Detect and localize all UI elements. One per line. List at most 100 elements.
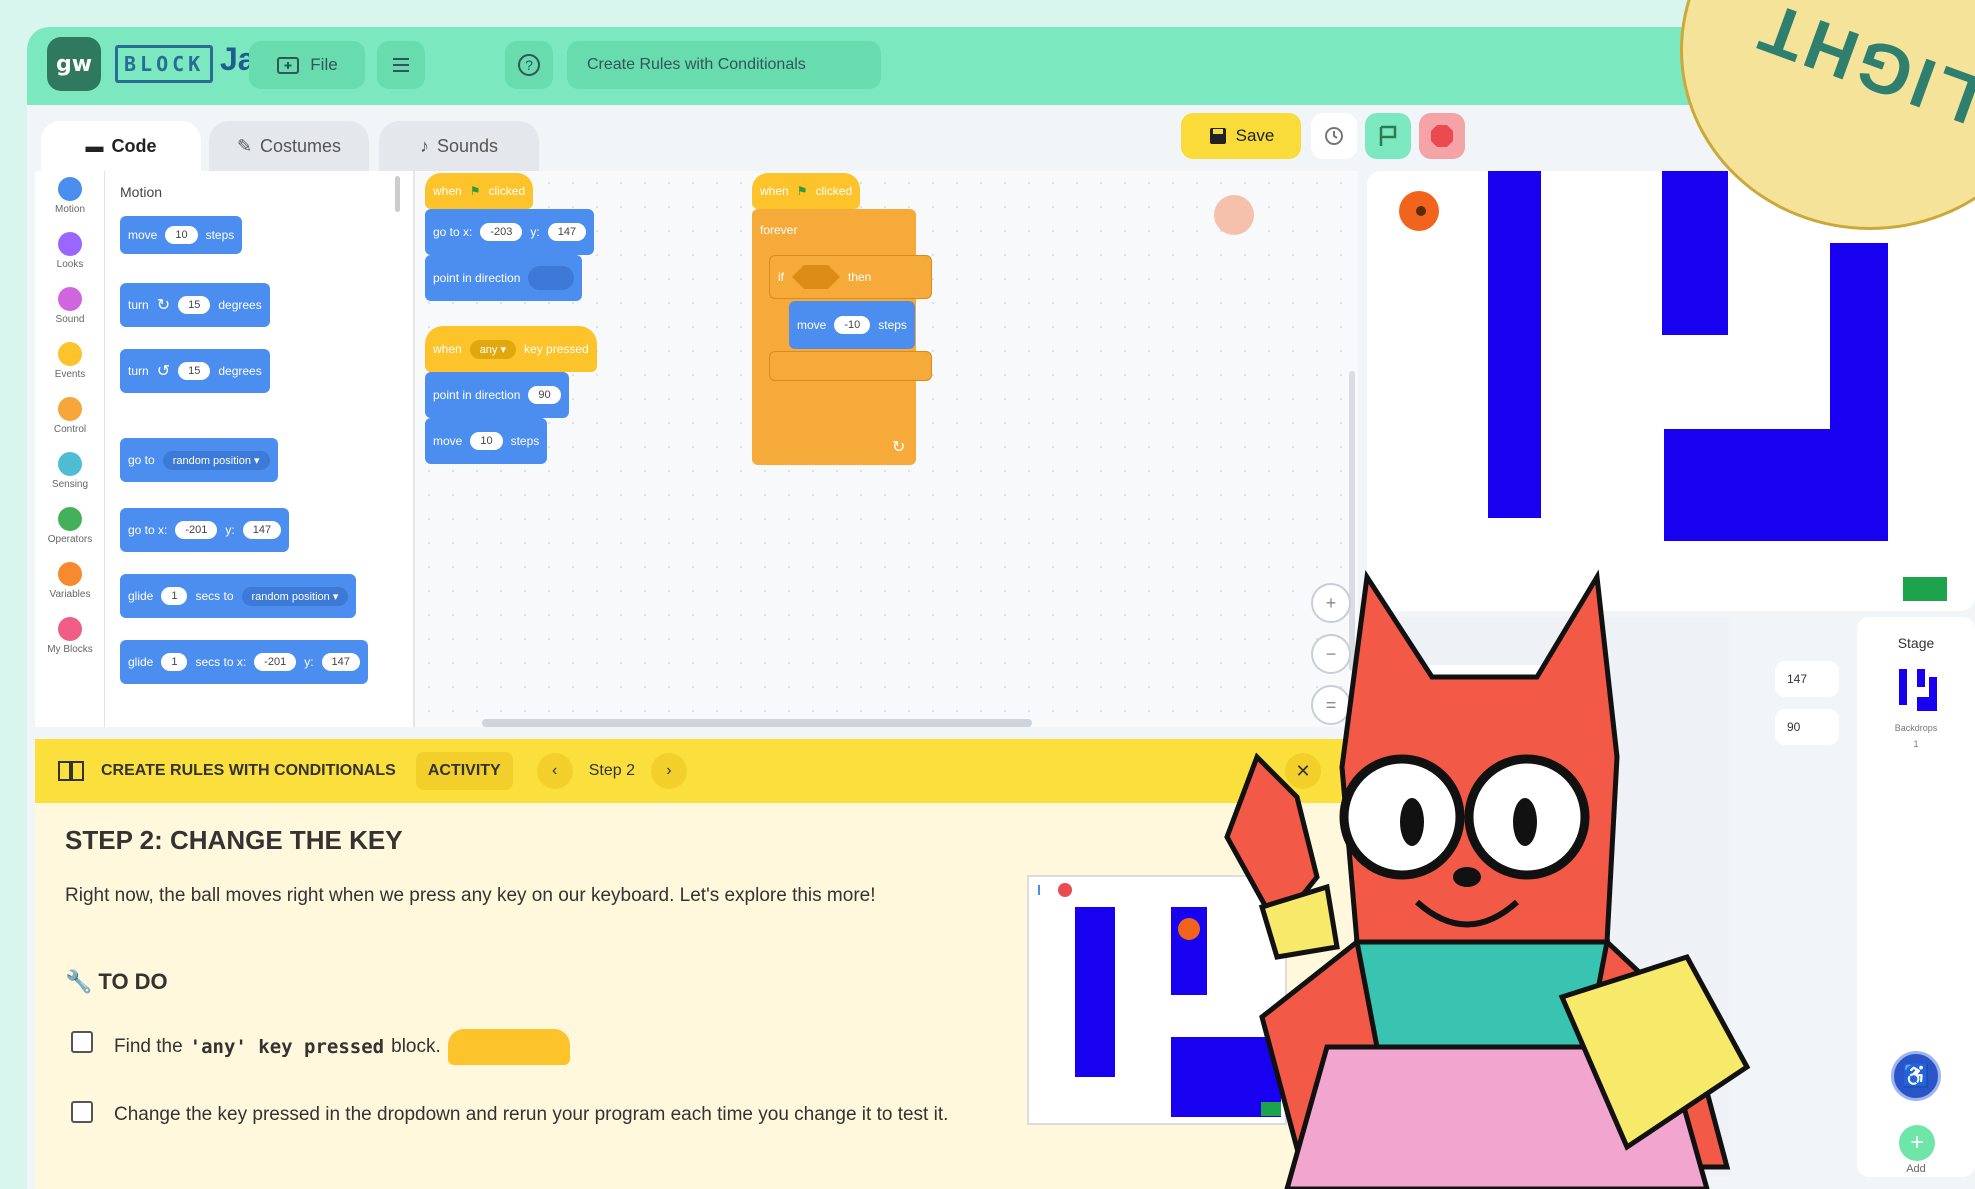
block-input[interactable]: 147 [321, 653, 360, 671]
block-input[interactable]: 1 [161, 587, 188, 605]
when-flag-clicked-block[interactable]: when ⚑ clicked [425, 173, 534, 209]
key-dropdown[interactable]: any ▾ [469, 339, 517, 359]
palette-glide-random-block[interactable]: glide 1 secs to random position ▾ [120, 574, 357, 618]
direction-input[interactable] [528, 266, 575, 290]
block-input[interactable]: 10 [165, 226, 198, 244]
stage-title: Stage [1897, 635, 1935, 651]
category-label: Variables [49, 589, 91, 600]
tutorial-title: CREATE RULES WITH CONDITIONALS [101, 762, 396, 779]
block-text: when [433, 184, 462, 198]
svg-text:?: ? [525, 57, 533, 73]
accessibility-button[interactable]: ♿ [1891, 1051, 1941, 1101]
stage-canvas[interactable] [1367, 171, 1975, 611]
condition-slot[interactable] [792, 265, 840, 289]
logo-icon: gw [47, 37, 101, 91]
palette-glide-xy-block[interactable]: glide 1 secs to x: -201 y: 147 [120, 640, 368, 684]
backdrop-thumbnail-icon [1899, 669, 1937, 711]
plus-icon: + [1909, 1129, 1924, 1156]
block-input[interactable]: 147 [547, 223, 587, 241]
save-label: Save [1235, 126, 1275, 145]
next-step-button[interactable]: › [650, 753, 687, 789]
category-events[interactable]: Events [35, 342, 105, 380]
step-body: Right now, the ball moves right when we … [65, 885, 876, 906]
category-dot-icon [58, 342, 82, 366]
key-pressed-block-image [447, 1029, 570, 1065]
block-input[interactable]: 15 [178, 362, 211, 380]
project-title[interactable]: Create Rules with Conditionals [567, 41, 881, 89]
tab-costumes-label: Costumes [260, 135, 342, 156]
category-looks[interactable]: Looks [35, 232, 105, 270]
block-input[interactable]: 15 [178, 296, 211, 314]
category-motion[interactable]: Motion [35, 177, 105, 215]
speaker-icon: ♪ [419, 135, 429, 156]
category-dot-icon [58, 232, 82, 256]
category-my-blocks[interactable]: My Blocks [35, 617, 105, 655]
block-input[interactable]: -201 [175, 521, 218, 539]
todo-checkbox-2[interactable] [71, 1101, 93, 1123]
when-flag-clicked-block-2[interactable]: when ⚑ clicked [752, 173, 861, 209]
file-menu-label: File [310, 55, 338, 74]
chevron-left-icon: ‹ [552, 762, 558, 779]
category-label: Operators [47, 534, 93, 545]
palette-turn-right-block[interactable]: turn ↻ 15 degrees [120, 283, 270, 327]
block-input[interactable]: -201 [254, 653, 297, 671]
category-control[interactable]: Control [35, 397, 105, 435]
block-input[interactable]: 147 [242, 521, 282, 539]
prev-step-button[interactable]: ‹ [536, 753, 573, 789]
activity-badge[interactable]: ACTIVITY [415, 752, 513, 790]
turn-left-icon: ↺ [156, 363, 171, 380]
when-key-pressed-block[interactable]: when any ▾ key pressed [425, 326, 597, 372]
stage-thumbnail[interactable] [1893, 667, 1941, 715]
green-flag-icon: ⚑ [796, 184, 808, 198]
category-sensing[interactable]: Sensing [35, 452, 105, 490]
category-dot-icon [58, 617, 82, 641]
point-direction-block[interactable]: point in direction [425, 255, 583, 301]
block-text: secs to [195, 589, 234, 603]
tutorial-toolbar: CREATE RULES WITH CONDITIONALS ACTIVITY … [35, 739, 1358, 803]
stage-panel: Stage Backdrops 1 ♿ + Add [1857, 617, 1975, 1177]
block-input[interactable]: 1 [161, 653, 188, 671]
tab-code[interactable]: ▬ Code [41, 121, 201, 171]
help-button[interactable]: ? [505, 41, 553, 89]
move-steps-block[interactable]: move 10 steps [425, 418, 548, 464]
block-input[interactable]: 10 [470, 432, 503, 450]
palette-turn-left-block[interactable]: turn ↺ 15 degrees [120, 349, 270, 393]
green-flag-icon: ⚑ [469, 184, 481, 198]
code-icon: ▬ [85, 135, 104, 156]
block-text: glide [128, 589, 154, 603]
palette-scrollbar[interactable] [395, 176, 400, 212]
tab-costumes[interactable]: ✎ Costumes [209, 121, 369, 171]
category-label: Looks [56, 259, 84, 270]
goto-xy-block[interactable]: go to x: -203 y: 147 [425, 209, 595, 255]
move-neg-steps-block[interactable]: move -10 steps [789, 301, 915, 349]
block-input[interactable]: -203 [480, 223, 523, 241]
tab-code-label: Code [111, 135, 157, 156]
block-text: y: [225, 523, 235, 537]
if-then-block[interactable]: if then [769, 255, 932, 299]
file-menu-button[interactable]: File [249, 41, 365, 89]
category-label: Sensing [51, 479, 89, 490]
tab-sounds[interactable]: ♪ Sounds [379, 121, 539, 171]
block-input[interactable]: 90 [528, 386, 561, 404]
block-text: steps [510, 434, 540, 448]
todo-checkbox-1[interactable] [71, 1031, 93, 1053]
block-dropdown[interactable]: random position ▾ [162, 450, 270, 470]
point-direction-90-block[interactable]: point in direction 90 [425, 372, 569, 418]
category-operators[interactable]: Operators [35, 507, 105, 545]
palette-goto-block[interactable]: go to random position ▾ [120, 438, 278, 482]
stop-button[interactable] [1419, 113, 1465, 159]
horizontal-scrollbar[interactable] [482, 719, 1032, 727]
category-variables[interactable]: Variables [35, 562, 105, 600]
block-dropdown[interactable]: random position ▾ [241, 586, 349, 606]
palette-move-block[interactable]: move 10 steps [120, 216, 243, 254]
add-backdrop-button[interactable]: + [1899, 1125, 1935, 1161]
menu-button[interactable] [377, 41, 425, 89]
block-text: point in direction [433, 271, 521, 285]
save-button[interactable]: Save [1181, 113, 1301, 159]
green-flag-button[interactable] [1365, 113, 1411, 159]
category-sound[interactable]: Sound [35, 287, 105, 325]
palette-gotoxy-block[interactable]: go to x: -201 y: 147 [120, 508, 290, 552]
block-text: go to [128, 453, 155, 467]
history-button[interactable] [1311, 113, 1357, 159]
block-input[interactable]: -10 [834, 316, 871, 334]
